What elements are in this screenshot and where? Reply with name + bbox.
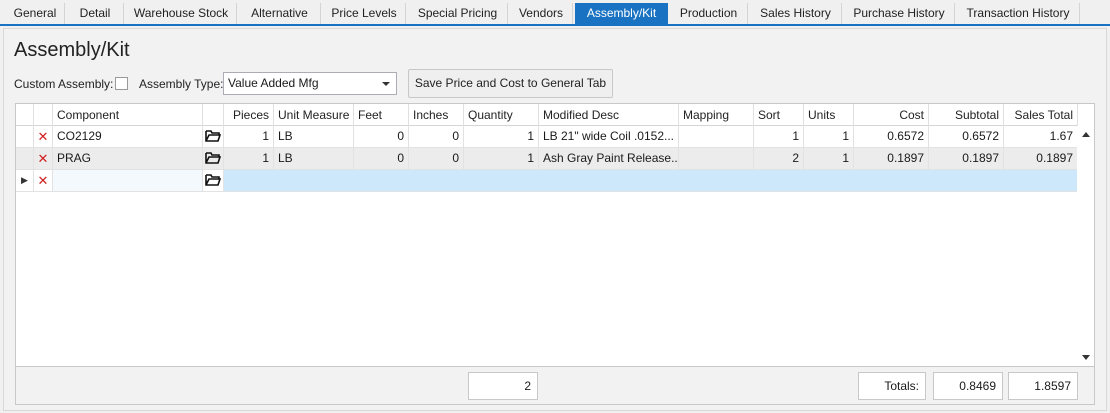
cell-sales-total[interactable]: 0.1897 — [1004, 148, 1078, 170]
tab-bar: General Detail Warehouse Stock Alternati… — [0, 0, 1110, 26]
tab-detail[interactable]: Detail — [67, 3, 124, 24]
x-icon: ✕ — [37, 129, 49, 144]
page-title: Assembly/Kit — [14, 39, 130, 61]
subtotal-total: 0.8469 — [933, 372, 1003, 400]
assembly-kit-panel: Assembly/Kit Custom Assembly: Assembly T… — [3, 28, 1107, 411]
cell-sales-total[interactable]: 1.67 — [1004, 126, 1078, 148]
cell-quantity[interactable]: 1 — [464, 126, 539, 148]
tab-sales-history[interactable]: Sales History — [750, 3, 842, 24]
tab-production[interactable]: Production — [670, 3, 748, 24]
header-cost[interactable]: Cost — [854, 104, 929, 126]
cell-feet[interactable]: 0 — [354, 148, 409, 170]
components-grid: Component Pieces Unit Measure Feet Inche… — [15, 103, 1095, 367]
header-unit-measure[interactable]: Unit Measure — [274, 104, 354, 126]
save-price-cost-button[interactable]: Save Price and Cost to General Tab — [408, 69, 613, 98]
cell-units[interactable]: 1 — [804, 126, 854, 148]
tab-price-levels[interactable]: Price Levels — [323, 3, 406, 24]
table-row[interactable]: ✕ PRAG 1 LB 0 0 1 Ash Gray Paint Release… — [16, 148, 1078, 170]
header-quantity[interactable]: Quantity — [464, 104, 539, 126]
header-indicator — [16, 104, 34, 126]
tab-general[interactable]: General — [6, 3, 65, 24]
cell-quantity[interactable]: 1 — [464, 148, 539, 170]
cell-unit-measure[interactable]: LB — [274, 126, 354, 148]
x-icon: ✕ — [37, 151, 49, 166]
tab-alternative[interactable]: Alternative — [239, 3, 321, 24]
cell-modified-desc[interactable]: LB 21" wide Coil .0152... — [539, 126, 679, 148]
scroll-up-icon[interactable] — [1082, 132, 1090, 137]
header-mapping[interactable]: Mapping — [679, 104, 754, 126]
cell-pieces[interactable]: 1 — [224, 148, 274, 170]
cell-cost[interactable]: 0.1897 — [854, 148, 929, 170]
custom-assembly-checkbox[interactable] — [115, 77, 128, 90]
header-subtotal[interactable]: Subtotal — [929, 104, 1004, 126]
header-browse — [203, 104, 224, 126]
cell-feet[interactable]: 0 — [354, 126, 409, 148]
tab-assembly-kit[interactable]: Assembly/Kit — [575, 3, 668, 24]
row-pointer-icon: ▶ — [16, 170, 34, 192]
header-pieces[interactable]: Pieces — [224, 104, 274, 126]
assembly-type-select[interactable]: Value Added Mfg — [223, 72, 397, 95]
assembly-type-value: Value Added Mfg — [228, 76, 319, 90]
tab-special-pricing[interactable]: Special Pricing — [408, 3, 508, 24]
custom-assembly-label: Custom Assembly: — [14, 77, 114, 91]
tab-warehouse-stock[interactable]: Warehouse Stock — [126, 3, 237, 24]
cell-sort[interactable]: 2 — [754, 148, 804, 170]
scroll-down-icon[interactable] — [1082, 355, 1090, 360]
browse-component-button[interactable] — [203, 148, 224, 170]
new-row[interactable]: ▶ ✕ — [16, 170, 1078, 192]
folder-open-icon — [205, 130, 221, 142]
table-row[interactable]: ✕ CO2129 1 LB 0 0 1 LB 21" wide Coil .01… — [16, 126, 1078, 148]
cell-unit-measure[interactable]: LB — [274, 148, 354, 170]
browse-component-button[interactable] — [203, 170, 224, 192]
cell-subtotal[interactable]: 0.1897 — [929, 148, 1004, 170]
header-sales-total[interactable]: Sales Total — [1004, 104, 1078, 126]
quantity-total: 2 — [468, 372, 538, 400]
sales-total-total: 1.8597 — [1008, 372, 1078, 400]
delete-row-button[interactable]: ✕ — [34, 148, 53, 170]
cell-pieces[interactable]: 1 — [224, 126, 274, 148]
delete-row-button[interactable]: ✕ — [34, 126, 53, 148]
folder-open-icon — [205, 152, 221, 164]
header-units[interactable]: Units — [804, 104, 854, 126]
header-inches[interactable]: Inches — [409, 104, 464, 126]
cell-mapping[interactable] — [679, 126, 754, 148]
cell-component-new[interactable] — [53, 170, 203, 192]
cell-component[interactable]: PRAG — [53, 148, 203, 170]
totals-label: Totals: — [858, 372, 926, 400]
header-modified-desc[interactable]: Modified Desc — [539, 104, 679, 126]
grid-header: Component Pieces Unit Measure Feet Inche… — [16, 104, 1078, 126]
cell-units[interactable]: 1 — [804, 148, 854, 170]
totals-footer: 2 Totals: 0.8469 1.8597 — [15, 367, 1095, 405]
cell-mapping[interactable] — [679, 148, 754, 170]
cell-component[interactable]: CO2129 — [53, 126, 203, 148]
delete-row-button[interactable]: ✕ — [34, 170, 53, 192]
cell-inches[interactable]: 0 — [409, 126, 464, 148]
header-feet[interactable]: Feet — [354, 104, 409, 126]
cell-cost[interactable]: 0.6572 — [854, 126, 929, 148]
header-delete — [34, 104, 53, 126]
header-component[interactable]: Component — [53, 104, 203, 126]
row-indicator — [16, 126, 34, 148]
assembly-type-label: Assembly Type: — [139, 77, 224, 91]
tab-transaction-history[interactable]: Transaction History — [957, 3, 1080, 24]
header-sort[interactable]: Sort — [754, 104, 804, 126]
browse-component-button[interactable] — [203, 126, 224, 148]
tab-purchase-history[interactable]: Purchase History — [844, 3, 955, 24]
cell-modified-desc[interactable]: Ash Gray Paint Release... — [539, 148, 679, 170]
new-row-fill — [224, 170, 1078, 192]
cell-sort[interactable]: 1 — [754, 126, 804, 148]
chevron-down-icon — [382, 82, 390, 86]
x-icon: ✕ — [37, 173, 49, 188]
tab-vendors[interactable]: Vendors — [510, 3, 573, 24]
cell-subtotal[interactable]: 0.6572 — [929, 126, 1004, 148]
row-indicator — [16, 148, 34, 170]
vertical-scrollbar[interactable] — [1077, 126, 1094, 366]
folder-open-icon — [205, 174, 221, 186]
cell-inches[interactable]: 0 — [409, 148, 464, 170]
